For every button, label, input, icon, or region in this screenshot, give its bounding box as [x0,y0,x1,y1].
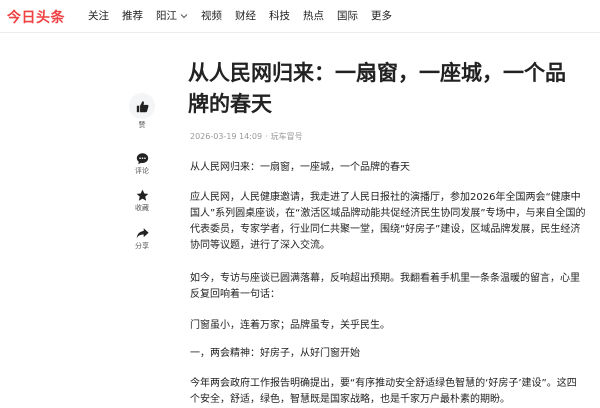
nav-item-international[interactable]: 国际 [337,8,358,23]
nav-item-finance[interactable]: 财经 [235,8,256,23]
section-heading: 一，两会精神：好房子，从好门窗开始 [190,348,360,359]
nav-label: 热点 [303,10,324,22]
nav-label: 推荐 [122,10,143,22]
thumbs-up-icon [136,100,148,112]
collect-button[interactable]: 收藏 [122,189,162,213]
article-title: 从人民网归来：一扇窗，一座城，一个品牌的春天 [188,61,566,116]
article-paragraph: 如今，专访与座谈已圆满落幕，反响超出预期。我翻看着手机里一条条温暖的留言，心里反… [190,273,580,300]
nav-label: 关注 [88,10,109,22]
nav-item-video[interactable]: 视频 [201,8,222,23]
nav-label: 国际 [337,10,358,22]
publish-time: 2026-03-19 14:09 [190,132,263,141]
like-button[interactable]: 赞 [122,93,162,130]
nav-label: 阳江 [156,10,177,22]
author-name[interactable]: 玩车冒号 [271,132,303,141]
like-label: 赞 [138,121,146,129]
like-icon-container [129,93,155,119]
share-icon [136,228,149,239]
chevron-down-icon [180,13,188,18]
comment-icon [136,153,148,165]
nav-item-recommend[interactable]: 推荐 [122,8,143,23]
top-navigation-bar: 今日头条 关注 推荐 阳江 视频 财经 科技 热点 国际 更多 [0,0,600,33]
article-paragraph: 应人民网，人民健康邀请，我走进了人民日报社的演播厅，参加2026年全国两会“健康… [190,192,586,251]
meta-separator: · [265,132,268,141]
share-label: 分享 [135,242,149,250]
comment-label: 评论 [135,167,149,175]
star-icon [136,189,148,201]
collect-label: 收藏 [135,204,149,212]
toutiao-logo[interactable]: 今日头条 [7,7,65,27]
nav-label: 财经 [235,10,256,22]
article-paragraph: 门窗虽小，连着万家；品牌虽专，关乎民生。 [190,320,390,331]
nav-label: 视频 [201,10,222,22]
share-button[interactable]: 分享 [122,227,162,251]
nav-item-tech[interactable]: 科技 [269,8,290,23]
nav-item-more[interactable]: 更多 [371,8,392,23]
nav-label: 更多 [371,10,392,22]
nav-item-local-city[interactable]: 阳江 [156,8,188,23]
article-paragraph: 从人民网归来：一扇窗，一座城，一个品牌的春天 [190,162,410,173]
comment-button[interactable]: 评论 [122,152,162,176]
channel-nav: 关注 推荐 阳江 视频 财经 科技 热点 国际 更多 [88,8,405,23]
nav-label: 科技 [269,10,290,22]
article-paragraph: 今年两会政府工作报告明确提出，要“有序推动安全舒适绿色智慧的‘好房子’建设”。这… [190,378,577,405]
article-meta: 2026-03-19 14:09 · 玩车冒号 [190,131,303,142]
nav-item-hot[interactable]: 热点 [303,8,324,23]
nav-item-follow[interactable]: 关注 [88,8,109,23]
